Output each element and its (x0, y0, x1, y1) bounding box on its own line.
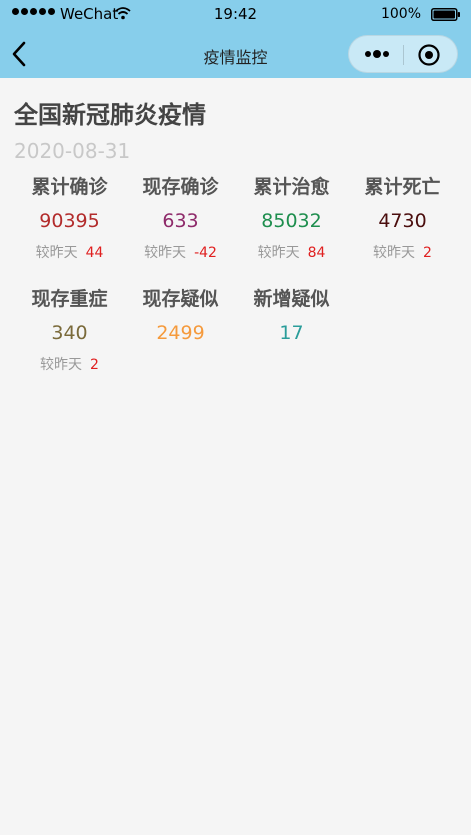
stat-card: 现存疑似 2499 (125, 285, 236, 345)
stat-card: 累计治愈 85032 较昨天 84 (236, 173, 347, 263)
stat-value: 340 (51, 322, 88, 344)
stat-card: 现存确诊 633 较昨天 -42 (125, 173, 236, 263)
stat-value: 2499 (156, 322, 205, 344)
battery-icon (431, 8, 460, 21)
stat-change: 较昨天 44 (14, 243, 125, 263)
status-bar: WeChat 19:42 100% (0, 0, 471, 30)
stat-label: 现存确诊 (142, 176, 219, 198)
capsule-divider (403, 45, 404, 65)
stat-label: 累计死亡 (364, 176, 441, 198)
stat-card: 现存重症 340 较昨天 2 (14, 285, 125, 375)
change-label: 较昨天 (373, 245, 416, 261)
stat-label: 累计治愈 (253, 176, 330, 198)
more-icon[interactable] (359, 44, 395, 64)
nav-bar: 疫情监控 (0, 30, 471, 78)
close-icon[interactable] (417, 43, 441, 67)
page-title: 全国新冠肺炎疫情 (14, 101, 206, 129)
page-date: 2020-08-31 (14, 139, 131, 163)
change-label: 较昨天 (35, 245, 78, 261)
stat-label: 新增疑似 (253, 288, 330, 310)
mini-program-capsule (348, 35, 458, 73)
stat-value: 90395 (39, 210, 100, 232)
change-value: 44 (85, 245, 104, 261)
stat-value: 633 (162, 210, 199, 232)
battery-percent: 100% (380, 6, 421, 22)
stat-change: 较昨天 2 (14, 355, 125, 375)
change-value: 2 (423, 245, 432, 261)
stat-label: 现存重症 (31, 288, 108, 310)
stat-change: 较昨天 2 (347, 243, 458, 263)
stat-change: 较昨天 -42 (125, 243, 236, 263)
stat-card: 累计死亡 4730 较昨天 2 (347, 173, 458, 263)
stat-label: 现存疑似 (142, 288, 219, 310)
stat-value: 17 (279, 322, 304, 344)
change-value: 2 (90, 357, 99, 373)
stat-value: 85032 (261, 210, 322, 232)
change-label: 较昨天 (144, 245, 187, 261)
change-label: 较昨天 (257, 245, 300, 261)
stat-change: 较昨天 84 (236, 243, 347, 263)
change-label: 较昨天 (40, 357, 83, 373)
change-value: 84 (307, 245, 326, 261)
stat-label: 累计确诊 (31, 176, 108, 198)
change-value: -42 (194, 245, 217, 261)
stat-value: 4730 (378, 210, 427, 232)
stat-card: 新增疑似 17 (236, 285, 347, 345)
stat-card: 累计确诊 90395 较昨天 44 (14, 173, 125, 263)
